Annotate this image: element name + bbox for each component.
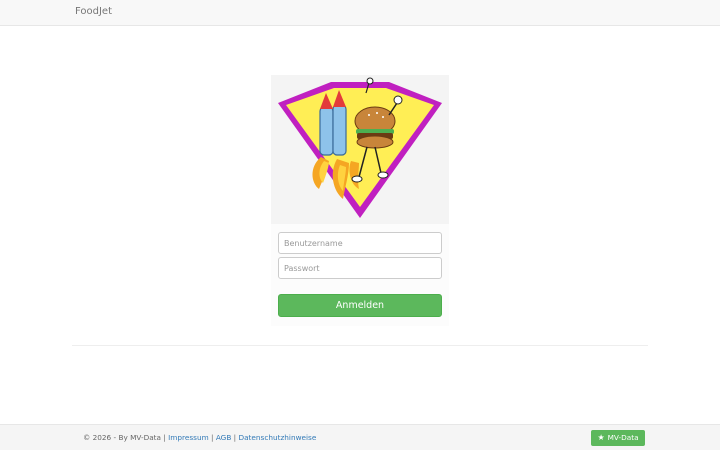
star-icon: ★ (597, 433, 605, 442)
footer: © 2026 - By MV-Data | Impressum | AGB | … (0, 424, 720, 450)
password-input[interactable] (278, 257, 442, 279)
foodjet-logo-image (278, 77, 442, 218)
username-input[interactable] (278, 232, 442, 254)
datenschutz-link[interactable]: Datenschutzhinweise (238, 433, 316, 442)
footer-separator: | (233, 433, 237, 442)
logo-container (271, 75, 449, 224)
login-button[interactable]: Anmelden (278, 294, 442, 317)
impressum-link[interactable]: Impressum (168, 433, 209, 442)
content-divider (72, 345, 648, 346)
mv-data-button[interactable]: ★ MV-Data (591, 430, 645, 446)
brand-link[interactable]: FoodJet (75, 6, 112, 17)
footer-separator: | (211, 433, 214, 442)
top-navbar: FoodJet (0, 0, 720, 26)
agb-link[interactable]: AGB (216, 433, 232, 442)
footer-text: © 2026 - By MV-Data | Impressum | AGB | … (83, 433, 316, 442)
copyright-text: © 2026 - By MV-Data | (83, 433, 166, 442)
mv-data-label: MV-Data (607, 433, 639, 442)
